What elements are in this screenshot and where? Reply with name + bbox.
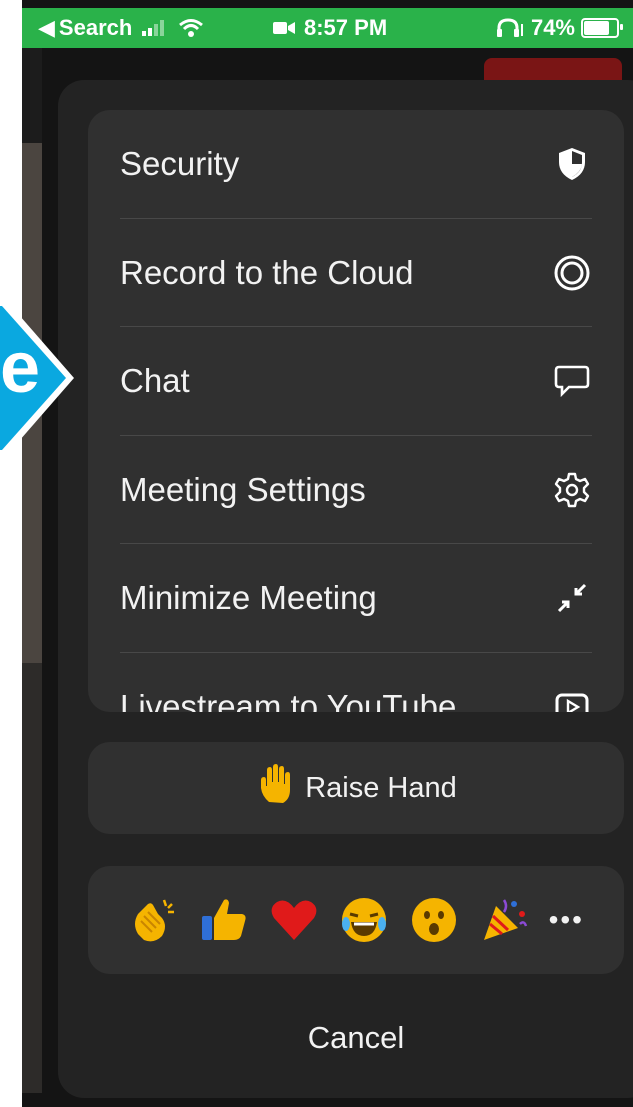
gear-icon: [552, 470, 592, 510]
menu-item-label: Livestream to YouTube: [120, 687, 457, 712]
menu-item-label: Meeting Settings: [120, 470, 366, 508]
status-time-group: 8:57 PM: [272, 15, 387, 41]
back-arrow-icon: ◀: [38, 15, 55, 40]
menu-item-security[interactable]: Security: [88, 110, 624, 219]
menu-item-livestream-youtube[interactable]: Livestream to YouTube: [88, 653, 624, 712]
clock: 8:57 PM: [304, 15, 388, 40]
thumbs-up-icon[interactable]: [198, 894, 250, 946]
callout-letter: e: [0, 328, 41, 408]
meeting-bg-bottom: [22, 663, 42, 1093]
battery-percent: 74%: [530, 15, 575, 40]
clapping-hands-icon[interactable]: [128, 894, 180, 946]
raise-hand-label: Raise Hand: [305, 771, 457, 804]
signal-icon: [142, 20, 165, 36]
video-icon: [273, 22, 295, 34]
status-bar: ◀ Search 8:57 PM 74%: [22, 8, 633, 48]
shield-icon: [552, 144, 592, 184]
party-popper-icon[interactable]: [478, 894, 530, 946]
menu-item-label: Record to the Cloud: [120, 253, 414, 291]
surprised-face-icon[interactable]: [408, 894, 460, 946]
menu-item-record-cloud[interactable]: Record to the Cloud: [88, 219, 624, 327]
raise-hand-button[interactable]: Raise Hand: [88, 742, 624, 834]
menu-item-label: Minimize Meeting: [120, 579, 377, 617]
chat-bubble-icon: [552, 361, 592, 401]
minimize-icon: [552, 578, 592, 618]
menu-list: Security Record to the Cloud Chat Meetin…: [88, 110, 624, 712]
more-options-sheet: Security Record to the Cloud Chat Meetin…: [58, 80, 633, 1098]
laughing-face-icon[interactable]: [338, 894, 390, 946]
record-icon: [552, 253, 592, 293]
status-right-group: 74%: [495, 15, 623, 41]
menu-item-label: Chat: [120, 362, 190, 400]
heart-icon[interactable]: [268, 894, 320, 946]
menu-item-minimize-meeting[interactable]: Minimize Meeting: [88, 544, 624, 653]
more-reactions-button[interactable]: •••: [549, 904, 584, 936]
back-label: Search: [58, 15, 133, 40]
callout-pointer: e: [0, 300, 76, 460]
back-to-search[interactable]: ◀ Search: [38, 15, 204, 41]
headphones-icon: [496, 18, 523, 37]
wifi-icon: [179, 19, 204, 37]
meeting-bg-top: [22, 48, 42, 143]
menu-item-chat[interactable]: Chat: [88, 327, 624, 436]
reactions-bar: •••: [88, 866, 624, 974]
phone-screen: ◀ Search 8:57 PM 74% Security Record to …: [22, 0, 633, 1107]
menu-item-label: Security: [120, 145, 240, 183]
battery-icon: [581, 18, 623, 38]
raised-hand-icon: [255, 762, 299, 814]
youtube-play-icon: [552, 687, 592, 712]
cancel-button[interactable]: Cancel: [88, 1000, 624, 1076]
menu-item-meeting-settings[interactable]: Meeting Settings: [88, 436, 624, 544]
